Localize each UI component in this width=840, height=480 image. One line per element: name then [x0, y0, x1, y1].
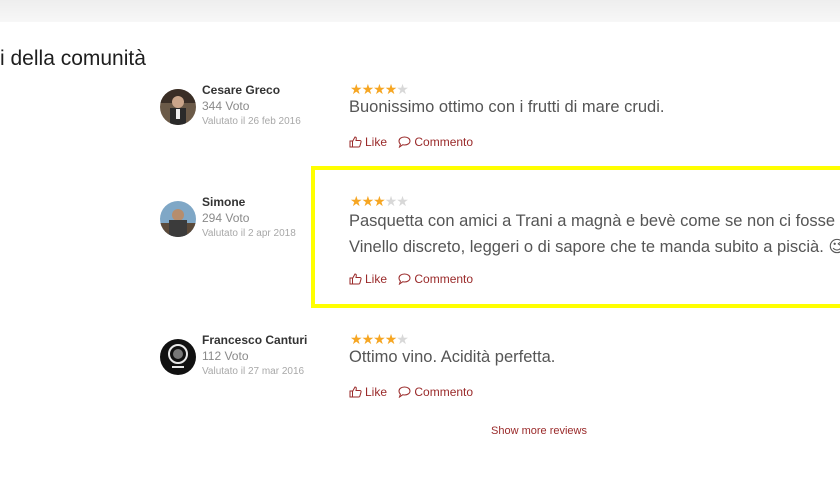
- star-icon: ★: [350, 81, 363, 97]
- star-rating: ★★★★★: [350, 331, 409, 348]
- thumbs-up-icon: [349, 386, 362, 398]
- like-label: Like: [365, 385, 388, 399]
- review-date: Valutato il 27 mar 2016: [202, 366, 305, 377]
- speech-bubble-icon: [398, 386, 411, 398]
- comment-label: Commento: [414, 385, 474, 399]
- review-actions: Like Commento: [349, 135, 473, 151]
- user-votes: 294 Voto: [202, 211, 250, 225]
- star-icon: ★: [384, 81, 398, 97]
- star-icon: ★: [373, 81, 386, 97]
- review-text: Buonissimo ottimo con i frutti di mare c…: [349, 98, 665, 116]
- star-icon: ★: [396, 331, 409, 347]
- review-date: Valutato il 26 feb 2016: [202, 116, 301, 127]
- highlight-box: [311, 166, 840, 308]
- like-button[interactable]: Like: [349, 385, 387, 399]
- user-name[interactable]: Francesco Canturi: [202, 333, 307, 347]
- user-name[interactable]: Cesare Greco: [202, 83, 280, 97]
- user-votes: 344 Voto: [202, 99, 250, 113]
- review-date: Valutato il 2 apr 2018: [202, 228, 296, 239]
- user-name[interactable]: Simone: [202, 195, 245, 209]
- comment-label: Commento: [414, 135, 474, 149]
- speech-bubble-icon: [398, 136, 411, 148]
- comment-button[interactable]: Commento: [398, 385, 473, 399]
- thumbs-up-icon: [349, 136, 362, 148]
- star-icon: ★: [350, 331, 363, 347]
- star-icon: ★: [396, 81, 409, 97]
- avatar[interactable]: [160, 89, 196, 125]
- comment-button[interactable]: Commento: [398, 135, 473, 149]
- section-title: i della comunità: [0, 47, 146, 70]
- star-icon: ★: [361, 81, 375, 97]
- user-votes: 112 Voto: [202, 349, 249, 363]
- show-more-reviews-link[interactable]: Show more reviews: [491, 425, 587, 437]
- star-icon: ★: [373, 331, 386, 347]
- avatar[interactable]: [160, 201, 196, 237]
- top-bar: [0, 0, 840, 22]
- review-actions: Like Commento: [349, 385, 473, 401]
- like-button[interactable]: Like: [349, 135, 387, 149]
- star-icon: ★: [361, 331, 375, 347]
- star-icon: ★: [384, 331, 398, 347]
- review-text: Ottimo vino. Acidità perfetta.: [349, 348, 556, 366]
- star-rating: ★★★★★: [350, 81, 409, 98]
- avatar[interactable]: [160, 339, 196, 375]
- like-label: Like: [365, 135, 388, 149]
